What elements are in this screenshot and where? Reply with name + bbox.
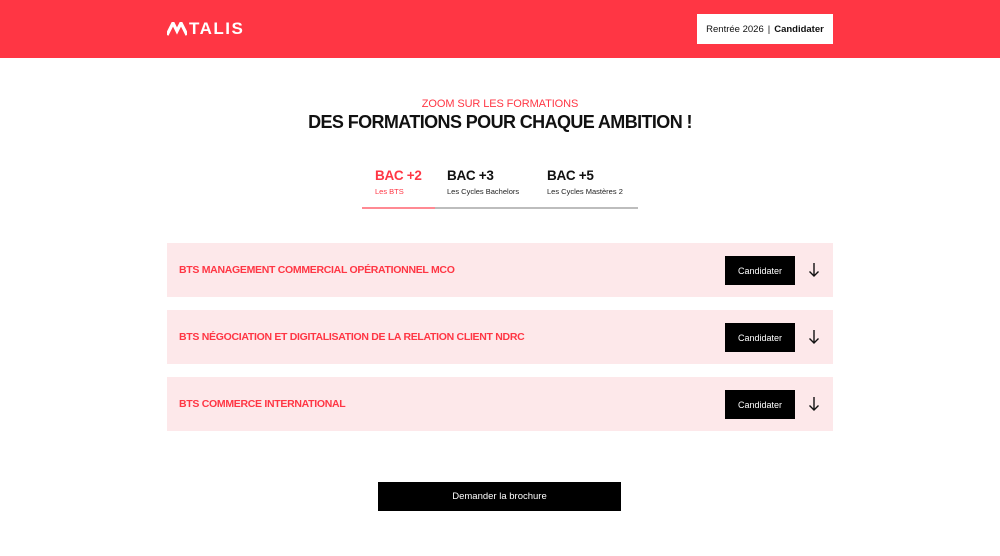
formation-title: BTS COMMERCE INTERNATIONAL — [179, 398, 346, 410]
arrow-down-icon[interactable] — [807, 395, 821, 413]
tab-bac-5[interactable]: BAC +5 Les Cycles Mastères 2 — [547, 168, 623, 196]
logo-text: TALIS — [189, 19, 245, 38]
rentree-label: Rentrée 2026 — [706, 23, 764, 35]
tab-subtitle: Les Cycles Mastères 2 — [547, 187, 623, 196]
arrow-down-icon[interactable] — [807, 328, 821, 346]
tab-bac-2[interactable]: BAC +2 Les BTS — [375, 168, 422, 196]
apply-button[interactable]: Candidater — [725, 390, 795, 419]
talis-mark-icon — [167, 22, 187, 36]
talis-logo[interactable]: TALIS — [167, 18, 244, 40]
tab-bac-3[interactable]: BAC +3 Les Cycles Bachelors — [447, 168, 519, 196]
section-eyebrow: ZOOM SUR LES FORMATIONS — [421, 98, 579, 110]
section-title: DES FORMATIONS POUR CHAQUE AMBITION ! — [308, 112, 692, 132]
request-brochure-button[interactable]: Demander la brochure — [378, 482, 621, 511]
tabs-underline — [435, 207, 638, 209]
site-header: TALIS Rentrée 2026 | Candidater — [0, 0, 1000, 58]
apply-label: Candidater — [774, 23, 824, 35]
apply-button[interactable]: Candidater — [725, 323, 795, 352]
tab-title: BAC +3 — [447, 168, 494, 183]
formation-item-ndrc[interactable]: BTS NÉGOCIATION ET DIGITALISATION DE LA … — [167, 310, 833, 364]
tab-subtitle: Les BTS — [375, 187, 404, 196]
cta-separator: | — [767, 23, 771, 35]
tab-title: BAC +2 — [375, 168, 422, 183]
formation-item-ci[interactable]: BTS COMMERCE INTERNATIONAL Candidater — [167, 377, 833, 431]
formation-item-mco[interactable]: BTS MANAGEMENT COMMERCIAL OPÉRATIONNEL M… — [167, 243, 833, 297]
tab-title: BAC +5 — [547, 168, 594, 183]
level-tabs: BAC +2 Les BTS BAC +3 Les Cycles Bachelo… — [362, 164, 638, 210]
tabs-active-indicator — [362, 207, 435, 209]
formation-title: BTS NÉGOCIATION ET DIGITALISATION DE LA … — [179, 331, 525, 343]
tab-subtitle: Les Cycles Bachelors — [447, 187, 520, 196]
apply-button[interactable]: Candidater — [725, 256, 795, 285]
header-apply-button[interactable]: Rentrée 2026 | Candidater — [697, 14, 833, 44]
arrow-down-icon[interactable] — [807, 261, 821, 279]
formation-title: BTS MANAGEMENT COMMERCIAL OPÉRATIONNEL M… — [179, 264, 455, 276]
